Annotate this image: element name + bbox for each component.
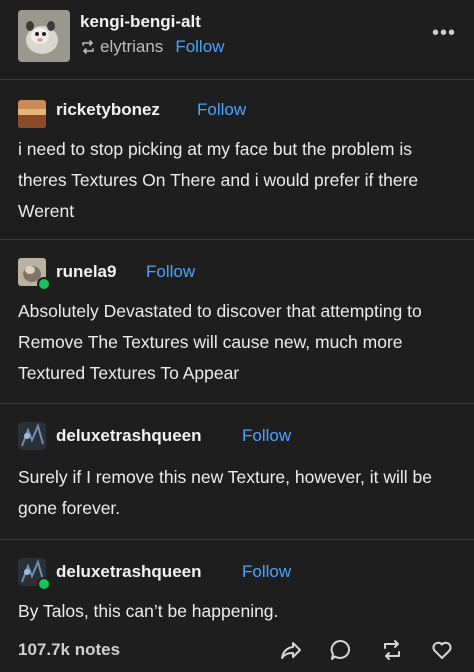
username[interactable]: deluxetrashqueen xyxy=(56,426,202,446)
post-footer: 107.7k notes xyxy=(0,630,474,672)
user-avatar[interactable] xyxy=(18,558,51,591)
follow-button[interactable]: Follow xyxy=(175,37,224,57)
more-options-icon[interactable]: ••• xyxy=(432,22,456,45)
user-avatar[interactable] xyxy=(18,100,46,128)
reblog-entry: deluxetrashqueen Follow Surely if I remo… xyxy=(0,404,474,540)
reply-icon[interactable] xyxy=(329,638,353,662)
reblog-source: elytrians Follow xyxy=(80,37,224,57)
post-text: i need to stop picking at my face but th… xyxy=(18,139,419,221)
blog-name[interactable]: kengi-bengi-alt xyxy=(80,12,201,32)
reblog-icon xyxy=(82,40,94,54)
follow-button[interactable]: Follow xyxy=(146,262,195,282)
reblogged-from-name[interactable]: elytrians xyxy=(100,37,163,57)
username[interactable]: runela9 xyxy=(56,262,116,282)
follow-button[interactable]: Follow xyxy=(197,100,246,120)
reblog-icon[interactable] xyxy=(380,638,404,662)
follow-button[interactable]: Follow xyxy=(242,426,291,446)
like-heart-icon[interactable] xyxy=(430,638,454,662)
username[interactable]: deluxetrashqueen xyxy=(56,562,202,582)
post-text: By Talos, this can’t be happening. xyxy=(18,601,279,621)
post-text: Absolutely Devastated to discover that a… xyxy=(18,301,422,383)
reblog-entry: deluxetrashqueen Follow By Talos, this c… xyxy=(0,540,474,630)
reblog-badge-icon xyxy=(37,277,51,291)
follow-button[interactable]: Follow xyxy=(242,562,291,582)
share-icon[interactable] xyxy=(279,638,303,662)
user-avatar[interactable] xyxy=(18,422,46,450)
reblog-badge-icon xyxy=(37,577,51,591)
notes-count[interactable]: 107.7k notes xyxy=(18,640,120,660)
user-avatar[interactable] xyxy=(18,258,51,291)
post-header: kengi-bengi-alt elytrians Follow ••• xyxy=(0,0,474,80)
reblog-entry: runela9 Follow Absolutely Devastated to … xyxy=(0,240,474,404)
blog-avatar[interactable] xyxy=(18,10,70,62)
username[interactable]: ricketybonez xyxy=(56,100,160,120)
reblog-entry: ricketybonez Follow i need to stop picki… xyxy=(0,80,474,240)
post-text: Surely if I remove this new Texture, how… xyxy=(18,467,433,518)
